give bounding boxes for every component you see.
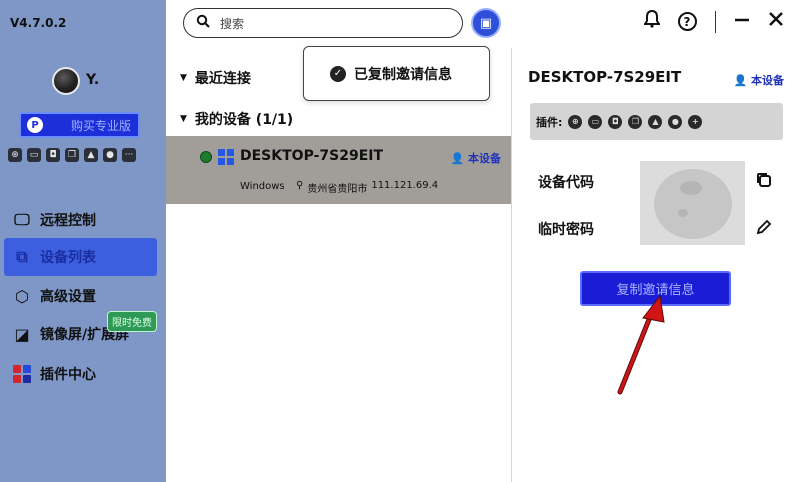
- temp-password-label: 临时密码: [538, 222, 594, 238]
- sidebar-item-device-list[interactable]: ⧉ 设备列表: [4, 238, 157, 276]
- gamepad-icon[interactable]: ⊕: [8, 148, 22, 162]
- group-my-devices[interactable]: ▼ 我的设备 (1/1): [180, 109, 293, 129]
- camera-icon[interactable]: ◘: [608, 114, 623, 129]
- group-label: 最近连接: [194, 71, 251, 87]
- search-icon: [196, 14, 210, 32]
- copy-icon[interactable]: [756, 172, 772, 192]
- redacted-credentials: [640, 161, 745, 245]
- sidebar-item-label: 设备列表: [40, 250, 96, 266]
- windows-icon: [218, 149, 234, 165]
- device-name: DESKTOP-7S29EIT: [240, 148, 384, 164]
- group-label: 我的设备 (1/1): [194, 112, 294, 128]
- buy-pro-label: 购买专业版: [71, 118, 132, 133]
- location-pin-icon: ⚲: [296, 180, 304, 191]
- bell-icon[interactable]: [642, 9, 661, 33]
- detail-this-device-tag: 👤 本设备: [733, 72, 784, 88]
- app-version: V4.7.0.2: [10, 16, 67, 30]
- avatar[interactable]: [52, 67, 80, 95]
- rocket-icon[interactable]: ▲: [84, 148, 98, 162]
- copy-success-toast: ✓ 已复制邀请信息: [303, 46, 490, 101]
- minimize-icon[interactable]: [734, 11, 750, 32]
- sidebar-item-label: 远程控制: [40, 213, 96, 229]
- online-status-icon: [200, 151, 212, 163]
- list-item[interactable]: DESKTOP-7S29EIT 👤 本设备 Windows ⚲ 贵州省贵阳市 1…: [166, 136, 511, 204]
- monitor-icon[interactable]: ▭: [588, 114, 603, 129]
- plus-icon[interactable]: +: [688, 114, 703, 129]
- more-icon[interactable]: ···: [122, 148, 136, 162]
- device-code-label: 设备代码: [538, 175, 594, 191]
- rocket-icon[interactable]: ▲: [648, 114, 663, 129]
- toast-message: 已复制邀请信息: [354, 66, 452, 83]
- remote-control-icon: 🖵: [14, 210, 30, 229]
- device-ip: 111.121.69.4: [371, 180, 439, 191]
- screen-button[interactable]: ▣: [471, 8, 501, 38]
- device-location: ⚲ 贵州省贵阳市 111.121.69.4: [296, 180, 438, 195]
- sidebar-item-label: 插件中心: [40, 367, 96, 383]
- plugins-label: 插件:: [536, 115, 563, 129]
- settings-icon: ⬡: [15, 286, 29, 306]
- copy-invite-button[interactable]: 复制邀请信息: [580, 271, 731, 306]
- username: Y.: [86, 72, 100, 88]
- mirror-screen-icon: ◪: [14, 324, 30, 344]
- circle-icon[interactable]: ●: [668, 114, 683, 129]
- camera-icon[interactable]: ◘: [46, 148, 60, 162]
- window-icon[interactable]: ❐: [65, 148, 79, 162]
- monitor-icon[interactable]: ▭: [27, 148, 41, 162]
- check-icon: ✓: [330, 65, 346, 82]
- plugin-bar: 插件: ⊕ ▭ ◘ ❐ ▲ ● +: [530, 103, 783, 140]
- gamepad-icon[interactable]: ⊕: [568, 114, 583, 129]
- detail-device-name: DESKTOP-7S29EIT: [528, 68, 682, 86]
- device-list-panel: ▼ 最近连接 ▼ 我的设备 (1/1) DESKTOP-7S29EIT 👤 本设…: [166, 48, 512, 482]
- device-location-text: 贵州省贵阳市: [307, 184, 368, 195]
- divider: [714, 10, 716, 33]
- sidebar: V4.7.0.2 Y. P 购买专业版 ⊕ ▭ ◘ ❐ ▲ ● ··· 🖵 远程…: [0, 0, 166, 482]
- pro-badge-icon: P: [27, 117, 43, 133]
- user-icon: 👤: [733, 74, 748, 87]
- group-recent[interactable]: ▼ 最近连接: [180, 68, 251, 88]
- sidebar-item-remote-control[interactable]: 🖵 远程控制: [0, 201, 166, 239]
- monitor-icon: ▣: [479, 15, 493, 31]
- chevron-down-icon: ▼: [180, 114, 187, 124]
- circle-icon[interactable]: ●: [103, 148, 117, 162]
- chevron-down-icon: ▼: [180, 73, 187, 83]
- sidebar-plugin-icons: ⊕ ▭ ◘ ❐ ▲ ● ···: [8, 148, 136, 162]
- sidebar-item-plugin-center[interactable]: 插件中心: [0, 355, 166, 393]
- plugin-center-icon: [12, 364, 32, 384]
- this-device-tag: 👤 本设备: [450, 150, 501, 166]
- device-detail-panel: DESKTOP-7S29EIT 👤 本设备 插件: ⊕ ▭ ◘ ❐ ▲ ● + …: [512, 48, 800, 482]
- sidebar-item-advanced-settings[interactable]: ⬡ 高级设置: [0, 277, 166, 315]
- search-input[interactable]: 搜索: [183, 8, 463, 38]
- buy-pro-button[interactable]: P 购买专业版: [19, 112, 140, 138]
- detail-this-device-label: 本设备: [751, 74, 784, 87]
- help-icon[interactable]: ?: [677, 12, 697, 31]
- user-icon: 👤: [450, 152, 465, 165]
- device-list-icon: ⧉: [16, 247, 28, 266]
- this-device-label: 本设备: [468, 152, 501, 165]
- search-placeholder: 搜索: [220, 16, 245, 31]
- device-os: Windows: [240, 181, 285, 192]
- close-icon[interactable]: [768, 11, 784, 32]
- edit-icon[interactable]: [756, 219, 772, 239]
- window-icon[interactable]: ❐: [628, 114, 643, 129]
- limited-free-badge: 限时免费: [107, 311, 157, 332]
- window-controls: ?: [642, 9, 785, 33]
- sidebar-item-label: 高级设置: [40, 289, 96, 305]
